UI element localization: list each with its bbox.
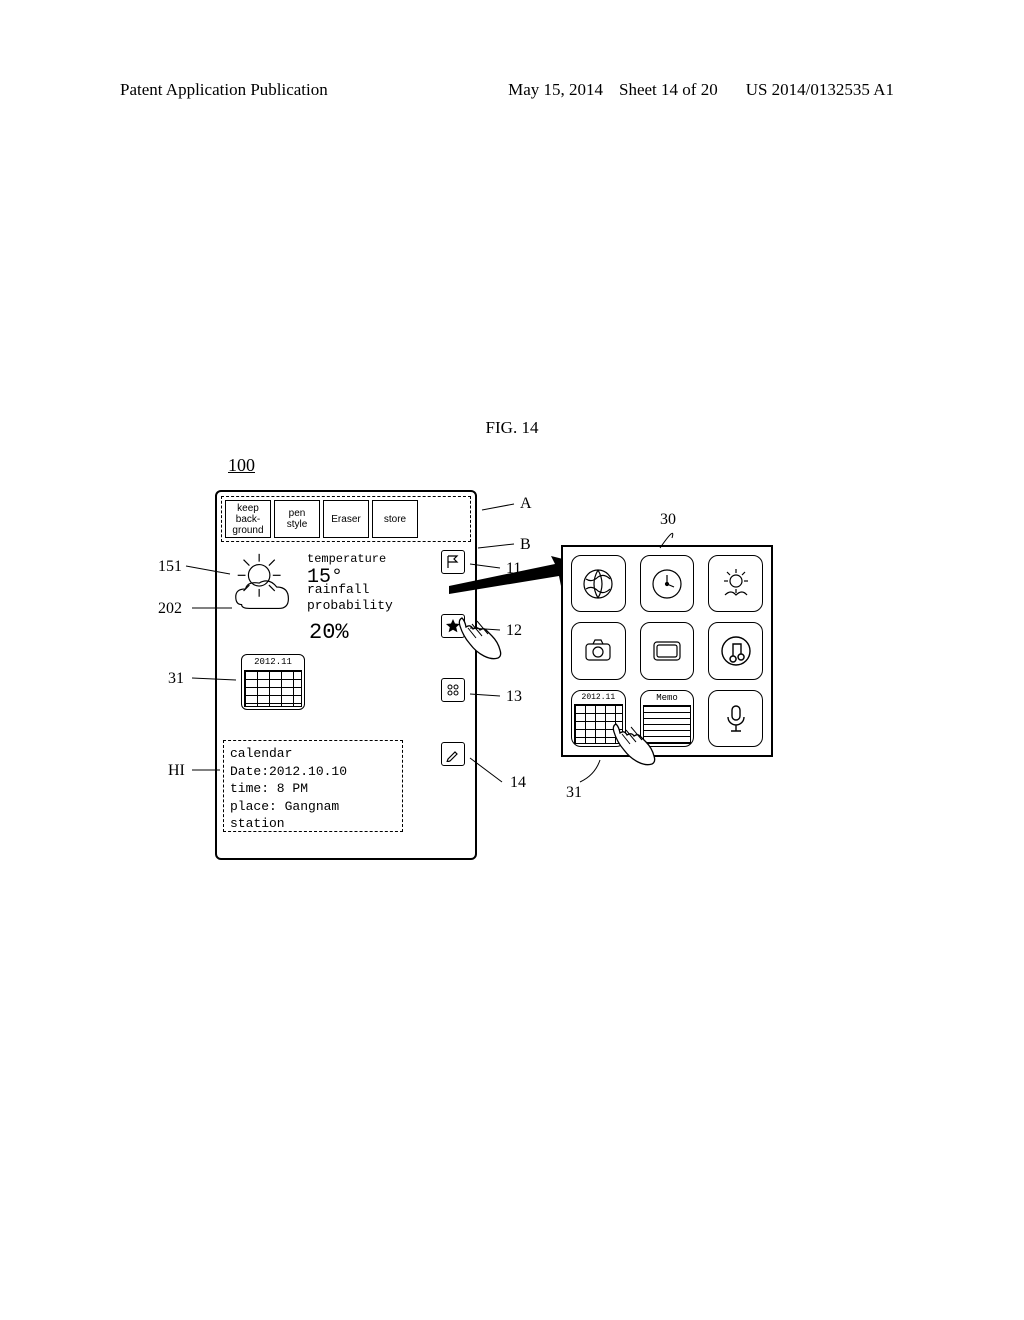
hand-pointer-left-icon: [448, 604, 508, 669]
calendar-right-title: 2012.11: [582, 693, 616, 702]
leader-B: B: [520, 536, 531, 554]
music-icon[interactable]: [708, 622, 763, 679]
calendar-widget-left[interactable]: 2012.11: [241, 654, 305, 710]
leader-31-left: 31: [168, 670, 184, 688]
hand-pointer-right-icon: [602, 710, 662, 775]
weather-sun-cloud-icon: [225, 548, 305, 626]
leader-13: 13: [506, 688, 522, 706]
mic-icon[interactable]: [708, 690, 763, 747]
globe-icon[interactable]: [571, 555, 626, 612]
rainfall-label: rainfall probability: [307, 582, 393, 613]
settings-icon[interactable]: [441, 678, 465, 702]
weather-widget: temperature 15° rainfall probability 20%: [223, 548, 423, 648]
rainfall-value: 20%: [309, 620, 349, 645]
temperature-label: temperature: [307, 552, 386, 566]
keep-background-button[interactable]: keep back- ground: [225, 500, 271, 538]
leader-HI: HI: [168, 762, 185, 780]
eraser-button[interactable]: Eraser: [323, 500, 369, 538]
calendar-left-title: 2012.11: [254, 657, 292, 667]
leader-30: 30: [660, 511, 676, 529]
leader-A: A: [520, 495, 532, 513]
pen-style-button[interactable]: pen style: [274, 500, 320, 538]
calendar-grid-icon: [244, 670, 302, 707]
store-button[interactable]: store: [372, 500, 418, 538]
leader-14: 14: [510, 774, 526, 792]
camera-icon[interactable]: [571, 622, 626, 679]
device-left-frame: keep back- ground pen style Eraser store: [215, 490, 477, 860]
hidden-info-line3: time: 8 PM: [230, 780, 396, 798]
device-right-frame: 2012.11 Memo: [561, 545, 773, 757]
leader-151: 151: [158, 558, 182, 576]
video-icon[interactable]: [640, 622, 695, 679]
leader-31-right: 31: [566, 784, 582, 802]
hidden-info-line2: Date:2012.10.10: [230, 763, 396, 781]
leader-202: 202: [158, 600, 182, 618]
toolbar-a: keep back- ground pen style Eraser store: [221, 496, 471, 542]
memo-title: Memo: [656, 693, 678, 703]
hidden-info-line4: place: Gangnam station: [230, 798, 396, 833]
hidden-info-box: calendar Date:2012.10.10 time: 8 PM plac…: [223, 740, 403, 832]
clock-icon[interactable]: [640, 555, 695, 612]
edit-icon[interactable]: [441, 742, 465, 766]
leader-11: 11: [506, 560, 521, 578]
hidden-info-line1: calendar: [230, 745, 396, 763]
weather-right-icon[interactable]: [708, 555, 763, 612]
leader-12: 12: [506, 622, 522, 640]
